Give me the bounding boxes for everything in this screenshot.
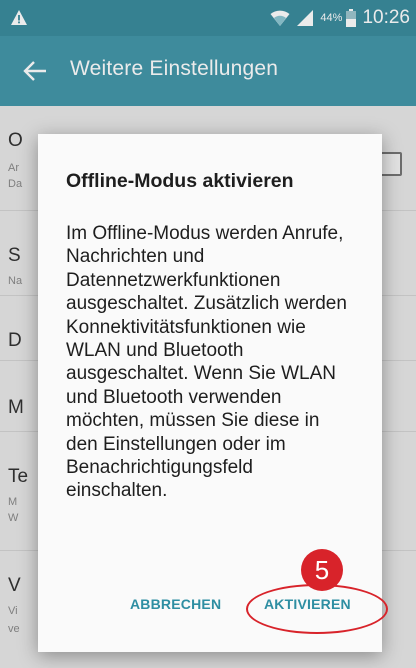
dialog-message: Im Offline-Modus werden Anrufe, Nachrich… xyxy=(66,223,347,502)
step-number-badge: 5 xyxy=(301,549,343,591)
highlight-ring xyxy=(246,584,388,634)
cancel-button[interactable]: ABBRECHEN xyxy=(130,596,221,612)
dialog-title: Offline-Modus aktivieren xyxy=(66,170,294,192)
